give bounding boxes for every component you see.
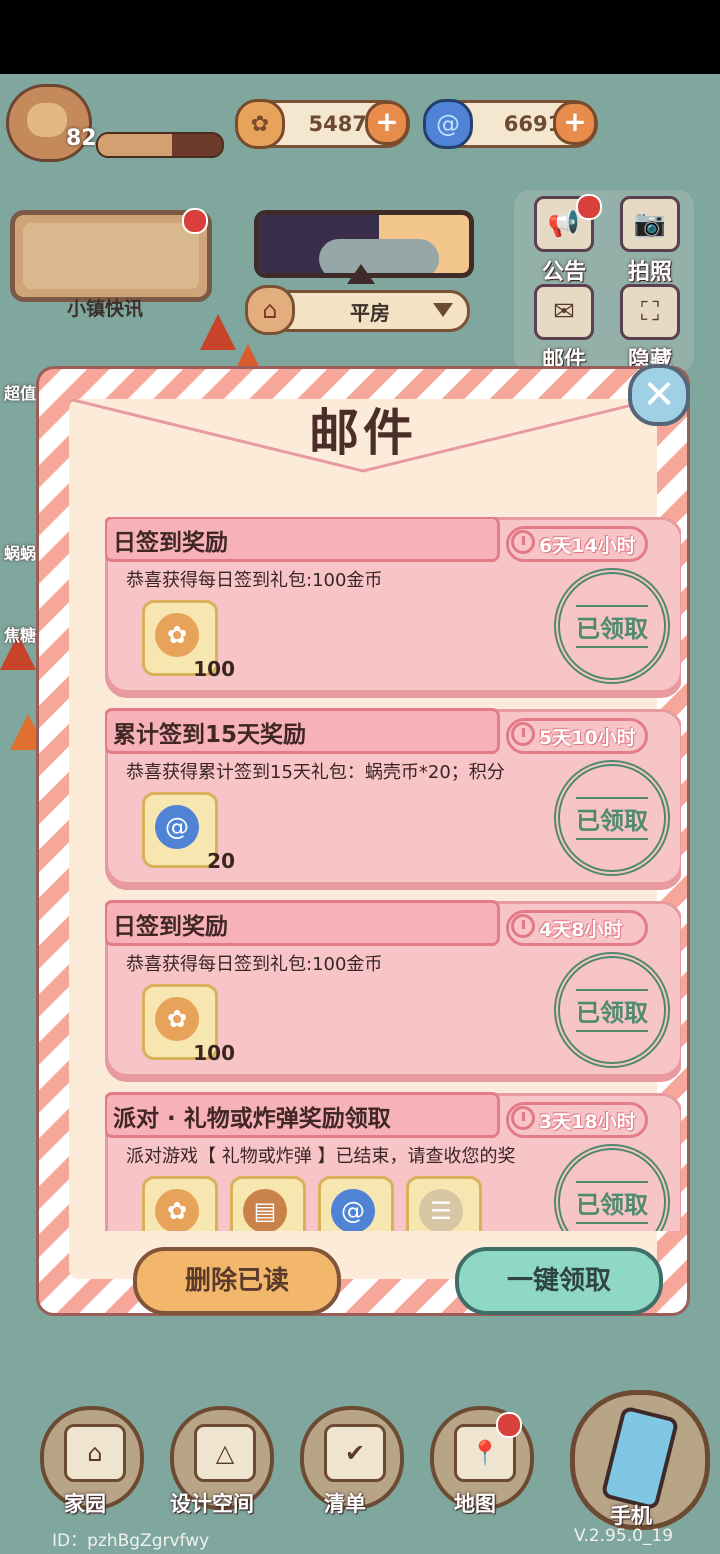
reward-item[interactable]: ✿	[142, 1176, 218, 1231]
mail-description: 恭喜获得每日签到礼包:100金币	[126, 954, 383, 975]
mail-description: 派对游戏【 礼物或炸弹 】已结束，请查收您的奖	[126, 1146, 516, 1167]
mail-expiry-text: 3天18小时	[539, 1111, 636, 1133]
notification-dot	[496, 1412, 522, 1438]
mail-item[interactable]: 日签到奖励 6天14小时恭喜获得每日签到礼包:100金币 ✿ 100 已领取	[105, 517, 681, 693]
coin-icon: ✿	[155, 613, 199, 657]
scroll-icon: ☰	[419, 1189, 463, 1231]
reward-item[interactable]: @20	[142, 792, 235, 873]
claimed-stamp-text: 已领取	[576, 1180, 648, 1224]
coin-icon: ✿	[155, 1189, 199, 1231]
mail-item[interactable]: 累计签到15天奖励 5天10小时恭喜获得累计签到15天礼包：蜗壳币*20；积分 @2…	[105, 708, 681, 885]
mail-item[interactable]: 日签到奖励 4天8小时恭喜获得每日签到礼包:100金币 ✿ 100 已领取	[105, 900, 681, 1077]
claimed-stamp-text: 已领取	[576, 988, 648, 1032]
version-label: V.2.95.0_19	[574, 1526, 674, 1546]
claim-all-button[interactable]: 一键领取	[455, 1247, 663, 1315]
close-icon: ✕	[642, 372, 676, 418]
claimed-stamp: 已领取	[554, 952, 670, 1068]
reward-count: 20	[207, 849, 235, 873]
claimed-stamp: 已领取	[554, 1144, 670, 1231]
mail-title-bar: 日签到奖励	[105, 517, 500, 562]
ruler-triangle-icon: △	[194, 1424, 256, 1482]
mail-expiry-text: 6天14小时	[539, 535, 636, 557]
nav-home-label: 家园	[64, 1492, 106, 1516]
clock-icon	[511, 530, 535, 554]
reward-count: 100	[193, 657, 235, 681]
reward-item[interactable]: ✿ 100	[142, 984, 235, 1065]
book-icon: ▤	[243, 1189, 287, 1231]
nav-list-label: 清单	[324, 1492, 366, 1516]
mail-modal: 日签到奖励 6天14小时 恭喜获得每日签到礼包:100金币 ✿ 100 已领取 累计签到15…	[36, 366, 690, 1316]
phone-icon	[600, 1405, 680, 1511]
claimed-stamp-text: 已领取	[576, 796, 648, 840]
mail-item[interactable]: 派对 · 礼物或炸弹奖励领取 3天18小时派对游戏【 礼物或炸弹 】已结束，请查收…	[105, 1092, 681, 1231]
clock-icon	[511, 1106, 535, 1130]
mail-title-bar: 累计签到15天奖励	[105, 708, 500, 754]
house-icon: ⌂	[64, 1424, 126, 1482]
mail-title-bar: 派对 · 礼物或炸弹奖励领取	[105, 1092, 500, 1138]
mail-expiry: 4天8小时	[506, 910, 648, 946]
claimed-stamp: 已领取	[554, 568, 670, 684]
mail-title: 派对 · 礼物或炸弹奖励领取	[113, 1106, 391, 1132]
claimed-stamp: 已领取	[554, 760, 670, 876]
player-id: ID：pzhBgZgrvfwy	[52, 1531, 210, 1551]
checklist-icon: ✔	[324, 1424, 386, 1482]
snail-shell-icon: @	[155, 805, 199, 849]
mail-expiry-text: 5天10小时	[539, 727, 636, 749]
mail-description: 恭喜获得累计签到15天礼包：蜗壳币*20；积分	[126, 762, 505, 783]
reward-item[interactable]: ☰	[406, 1176, 482, 1231]
snail-shell-icon: @	[331, 1189, 375, 1231]
mail-modal-body: 日签到奖励 6天14小时 恭喜获得每日签到礼包:100金币 ✿ 100 已领取 累计签到15…	[69, 399, 681, 1315]
close-modal-button[interactable]: ✕	[628, 364, 690, 426]
mail-expiry: 5天10小时	[506, 718, 648, 754]
mail-expiry: 3天18小时	[506, 1102, 648, 1138]
mail-modal-title: 邮件	[309, 404, 417, 462]
mail-list[interactable]: 日签到奖励 6天14小时 恭喜获得每日签到礼包:100金币 ✿ 100 已领取 累计签到15…	[105, 517, 681, 1231]
reward-item[interactable]: ✿ 100	[142, 600, 235, 681]
reward-item[interactable]: ▤	[230, 1176, 306, 1231]
delete-read-button[interactable]: 删除已读	[133, 1247, 341, 1315]
status-bar	[0, 0, 720, 74]
mail-expiry-text: 4天8小时	[539, 919, 623, 941]
mail-title: 日签到奖励	[113, 530, 228, 556]
nav-design-label: 设计空间	[170, 1492, 254, 1516]
mail-title: 累计签到15天奖励	[113, 722, 307, 748]
reward-count: 100	[193, 1041, 235, 1065]
mail-title-bar: 日签到奖励	[105, 900, 500, 946]
clock-icon	[511, 722, 535, 746]
mail-description: 恭喜获得每日签到礼包:100金币	[126, 570, 383, 591]
clock-icon	[511, 914, 535, 938]
mail-expiry: 6天14小时	[506, 526, 648, 562]
coin-icon: ✿	[155, 997, 199, 1041]
mail-title: 日签到奖励	[113, 914, 228, 940]
nav-map-label: 地图	[454, 1492, 496, 1516]
claimed-stamp-text: 已领取	[576, 604, 648, 648]
reward-item[interactable]: @	[318, 1176, 394, 1231]
